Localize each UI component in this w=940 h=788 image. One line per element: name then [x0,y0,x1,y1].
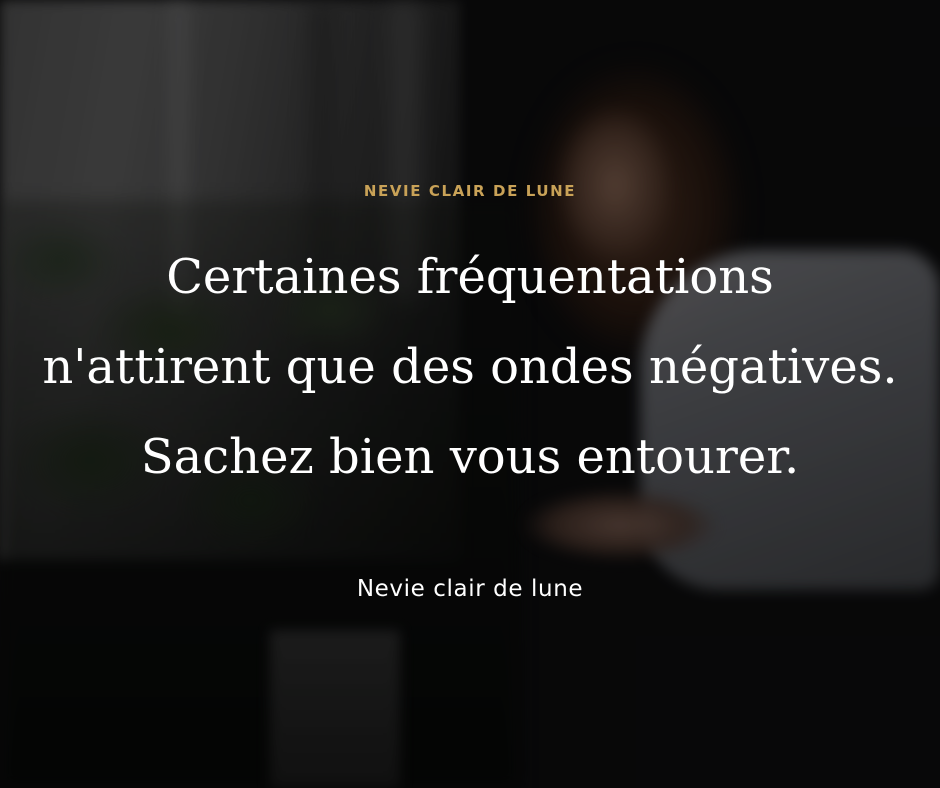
quote-line-1: Certaines fréquentations [166,249,774,305]
quote-line-3: Sachez bien vous entourer. [140,429,800,485]
quote-card: NEVIE CLAIR DE LUNE Certaines fréquentat… [0,0,940,788]
quote-line-2: n'attirent que des ondes négatives. [42,339,898,395]
quote-text: Certaines fréquentations n'attirent que … [0,232,940,502]
brand-heading: NEVIE CLAIR DE LUNE [363,182,577,200]
author-signature: Nevie clair de lune [356,576,584,602]
